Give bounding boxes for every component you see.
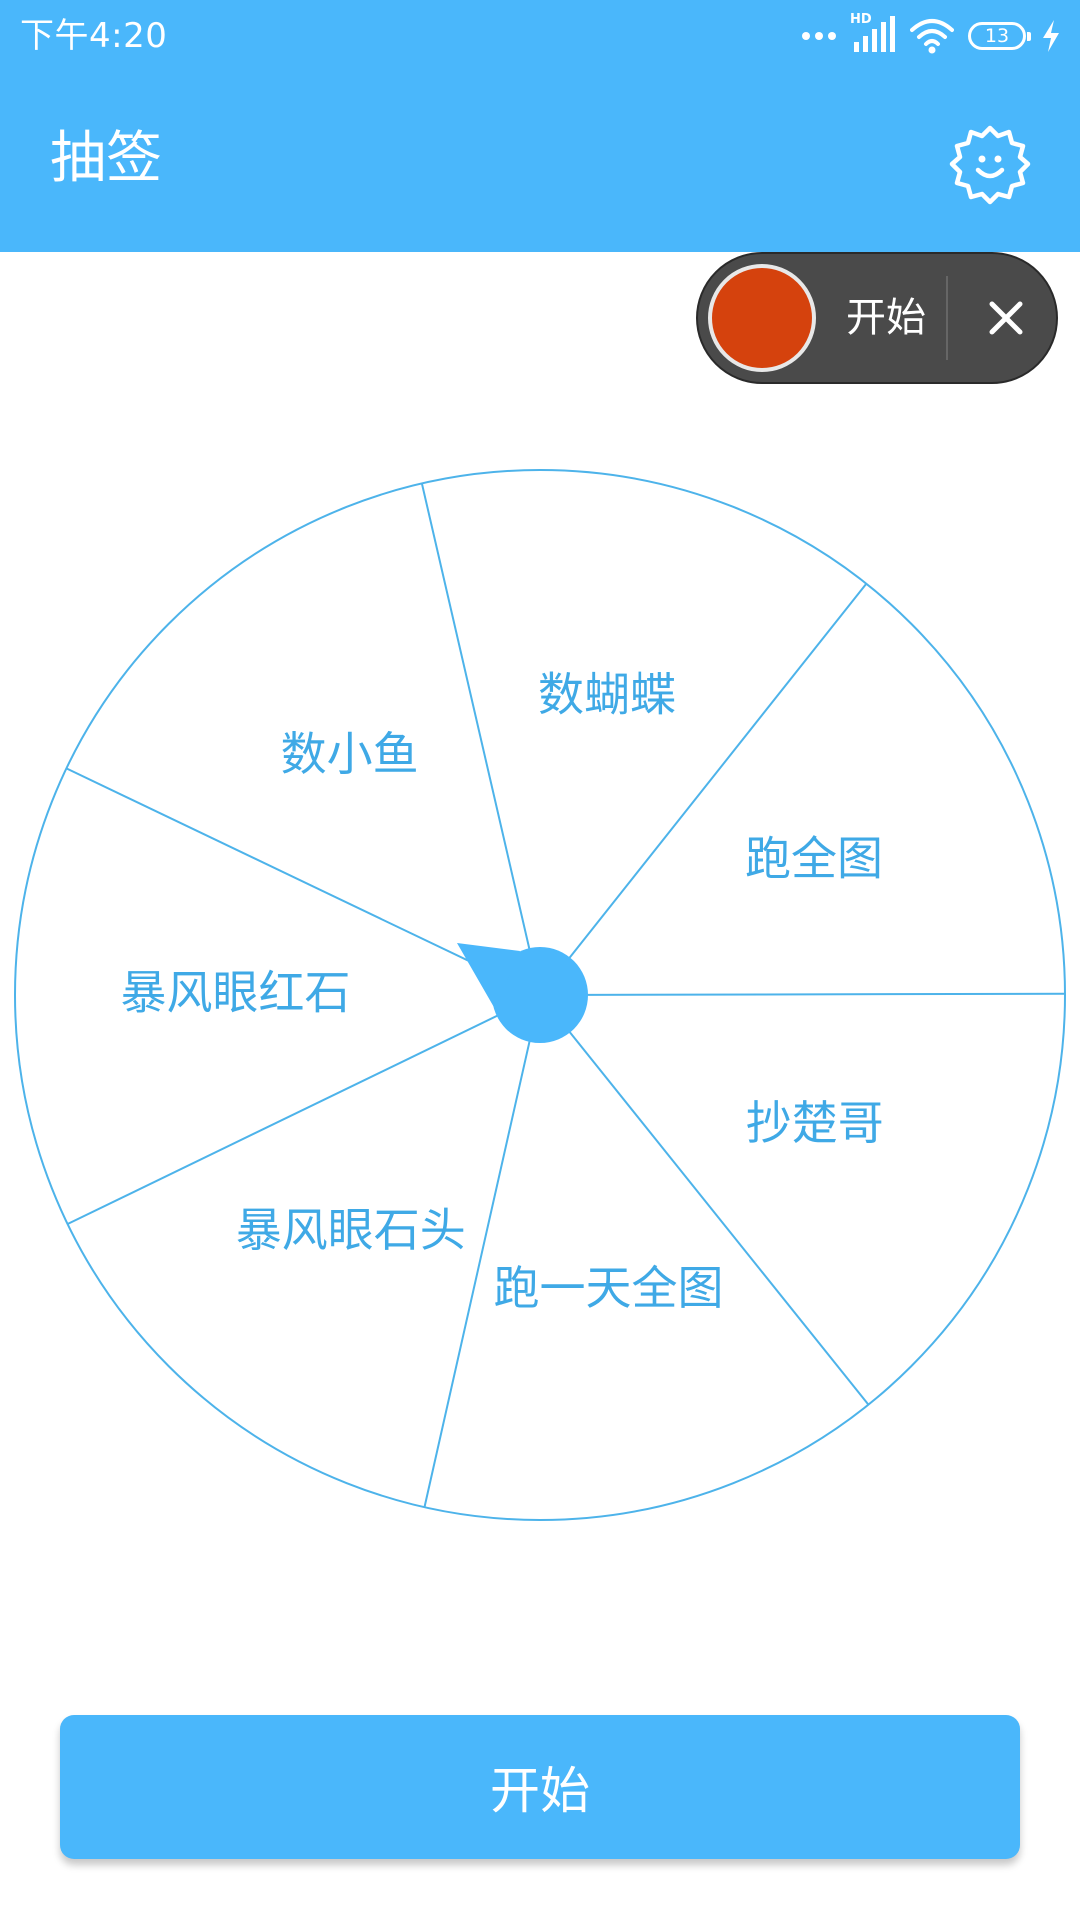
recorder-pill: 开始 xyxy=(696,252,1058,384)
status-time: 下午4:20 xyxy=(20,16,168,56)
wheel-segment-label: 跑一天全图 xyxy=(494,1261,724,1315)
battery-level: 13 xyxy=(984,25,1010,47)
close-icon xyxy=(989,301,1023,335)
battery-icon: 13 xyxy=(968,22,1031,50)
network-badge: HD xyxy=(850,12,872,27)
recorder-close-button[interactable] xyxy=(968,278,1044,358)
wheel-segment-label: 暴风眼红石 xyxy=(121,965,351,1019)
status-icons: HD 13 xyxy=(802,12,1062,58)
lottery-wheel[interactable]: 数蝴蝶跑全图抄楚哥跑一天全图 暴风眼石头 暴风眼红石 数小鱼 xyxy=(0,440,1080,1560)
page-title: 抽签 xyxy=(50,126,162,191)
wheel-segment-label: 暴风眼石头 xyxy=(236,1203,466,1257)
gear-smile-icon xyxy=(949,125,1031,205)
wheel-segment-label: 数蝴蝶 xyxy=(538,668,676,722)
status-bar: 下午4:20 HD 13 xyxy=(0,0,1080,72)
recorder-divider xyxy=(946,276,948,360)
wifi-icon xyxy=(910,19,954,54)
start-button[interactable]: 开始 xyxy=(60,1715,1020,1859)
wheel-svg: 数蝴蝶跑全图抄楚哥跑一天全图暴风眼石头 暴风眼红石 数小鱼 xyxy=(14,469,1066,1521)
more-dots-icon xyxy=(802,32,836,40)
screen: 下午4:20 HD 13 抽签 开始 数蝴蝶 跑全图 抄楚哥 跑一天全图 暴风眼… xyxy=(0,0,1080,1920)
settings-button[interactable] xyxy=(948,122,1032,206)
wheel-segment-label: 跑全图 xyxy=(745,832,883,886)
signal-icon: HD xyxy=(850,12,896,56)
charging-icon xyxy=(1043,20,1059,52)
recorder-start-button[interactable]: 开始 xyxy=(846,292,926,344)
record-button[interactable] xyxy=(708,264,816,372)
app-bar: 抽签 xyxy=(0,72,1080,252)
wheel-divider xyxy=(539,992,1066,996)
wheel-segment-label: 抄楚哥 xyxy=(746,1096,884,1150)
wheel-segment-label: 数小鱼 xyxy=(281,727,419,781)
